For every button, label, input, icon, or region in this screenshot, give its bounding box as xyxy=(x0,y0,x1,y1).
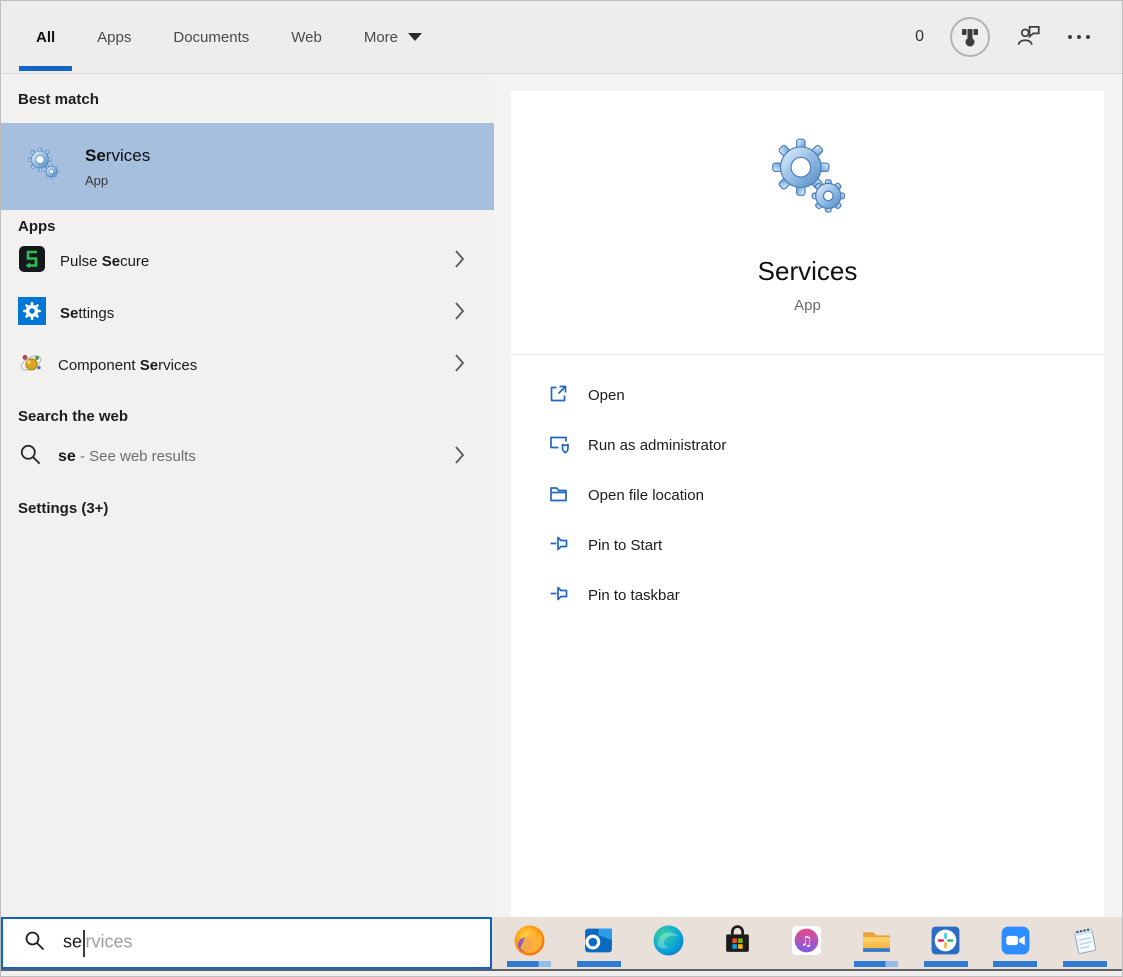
running-indicator xyxy=(924,961,968,967)
action-label: Pin to Start xyxy=(588,537,662,554)
microsoft-store-icon xyxy=(721,924,754,962)
results-panel: Best match xyxy=(1,74,494,917)
pulse-secure-icon xyxy=(18,245,46,277)
taskbar-outlook[interactable] xyxy=(567,917,631,969)
more-options-icon[interactable] xyxy=(1068,35,1090,39)
screen-bottom-edge xyxy=(1,969,1122,976)
taskbar-notepad[interactable] xyxy=(1053,917,1117,969)
running-indicator xyxy=(577,961,621,967)
preview-panel: Services App Open xyxy=(494,74,1122,917)
result-label: Component Services xyxy=(58,357,197,374)
text-caret xyxy=(83,930,85,957)
apps-header: Apps xyxy=(18,218,494,235)
settings-group-header: Settings (3+) xyxy=(18,500,494,517)
running-indicator xyxy=(507,961,551,967)
services-gears-icon xyxy=(25,146,61,187)
result-component-services[interactable]: Component Services xyxy=(1,339,494,391)
action-run-as-administrator[interactable]: Run as administrator xyxy=(548,433,1104,458)
taskbar-itunes[interactable]: ♫ xyxy=(775,917,839,969)
zoom-icon xyxy=(999,924,1032,962)
action-label: Open xyxy=(588,387,625,404)
chevron-right-icon[interactable] xyxy=(454,249,466,273)
tab-apps[interactable]: Apps xyxy=(97,1,131,73)
pin-icon xyxy=(548,533,569,558)
context-actions: Open Run as administrator xyxy=(511,355,1104,608)
taskbar-zoom[interactable] xyxy=(983,917,1047,969)
folder-location-icon xyxy=(548,483,569,508)
taskbar-slack[interactable] xyxy=(914,917,978,969)
file-explorer-icon xyxy=(860,924,893,962)
tab-documents[interactable]: Documents xyxy=(173,1,249,73)
action-label: Pin to taskbar xyxy=(588,587,680,604)
search-web-header: Search the web xyxy=(18,408,494,425)
action-pin-to-start[interactable]: Pin to Start xyxy=(548,533,1104,558)
running-indicator xyxy=(1063,961,1107,967)
rewards-medal-icon[interactable] xyxy=(950,17,990,57)
services-gears-icon xyxy=(765,135,851,226)
taskbar-firefox[interactable] xyxy=(497,917,561,969)
taskbar: services xyxy=(1,917,1122,969)
settings-icon xyxy=(18,297,46,329)
best-match-result-services[interactable]: Services App xyxy=(1,123,494,210)
search-results-area: Best match xyxy=(1,74,1122,917)
rewards-count: 0 xyxy=(915,28,924,46)
windows-search-flyout: All Apps Documents Web More 0 xyxy=(0,0,1123,977)
action-open[interactable]: Open xyxy=(548,383,1104,408)
search-icon xyxy=(23,929,47,958)
taskbar-edge[interactable] xyxy=(636,917,700,969)
tab-more[interactable]: More xyxy=(364,1,422,73)
chevron-right-icon[interactable] xyxy=(454,445,466,469)
tab-web[interactable]: Web xyxy=(291,1,322,73)
search-input[interactable]: services xyxy=(1,917,492,969)
notepad-icon xyxy=(1068,924,1101,962)
preview-subtitle: App xyxy=(794,297,821,314)
action-open-file-location[interactable]: Open file location xyxy=(548,483,1104,508)
preview-header: Services App xyxy=(511,91,1104,355)
action-label: Open file location xyxy=(588,487,704,504)
result-label: Pulse Secure xyxy=(60,253,149,270)
running-indicator xyxy=(993,961,1037,967)
topbar-actions: 0 xyxy=(915,1,1090,73)
action-pin-to-taskbar[interactable]: Pin to taskbar xyxy=(548,583,1104,608)
result-label: Settings xyxy=(60,305,114,322)
taskbar-file-explorer[interactable] xyxy=(844,917,908,969)
result-label: se - See web results xyxy=(58,448,196,466)
edge-icon xyxy=(652,924,685,962)
chevron-right-icon[interactable] xyxy=(454,301,466,325)
outlook-icon xyxy=(582,924,615,962)
chevron-down-icon xyxy=(408,33,422,41)
feedback-icon[interactable] xyxy=(1016,22,1042,53)
tab-all[interactable]: All xyxy=(36,1,55,73)
result-settings[interactable]: Settings xyxy=(1,287,494,339)
pin-icon xyxy=(548,583,569,608)
preview-title: Services xyxy=(758,256,858,287)
run-admin-shield-icon xyxy=(548,433,569,458)
taskbar-microsoft-store[interactable] xyxy=(706,917,770,969)
search-text: services xyxy=(63,930,133,957)
itunes-icon: ♫ xyxy=(790,924,823,962)
filter-tabs: All Apps Documents Web More xyxy=(36,1,422,73)
best-match-title: Services xyxy=(85,146,150,166)
component-services-icon xyxy=(18,350,44,380)
slack-icon xyxy=(929,924,962,962)
preview-card: Services App Open xyxy=(511,91,1104,917)
result-web-search[interactable]: se - See web results xyxy=(1,431,494,483)
firefox-icon xyxy=(513,924,546,962)
running-indicator xyxy=(854,961,898,967)
result-pulse-secure[interactable]: Pulse Secure xyxy=(1,235,494,287)
best-match-header: Best match xyxy=(18,91,494,108)
best-match-subtitle: App xyxy=(85,173,150,188)
svg-text:♫: ♫ xyxy=(801,935,813,950)
open-icon xyxy=(548,383,569,408)
action-label: Run as administrator xyxy=(588,437,726,454)
chevron-right-icon[interactable] xyxy=(454,353,466,377)
taskbar-apps: ♫ xyxy=(492,917,1122,969)
search-filter-bar: All Apps Documents Web More 0 xyxy=(1,1,1122,74)
search-icon xyxy=(18,442,44,472)
